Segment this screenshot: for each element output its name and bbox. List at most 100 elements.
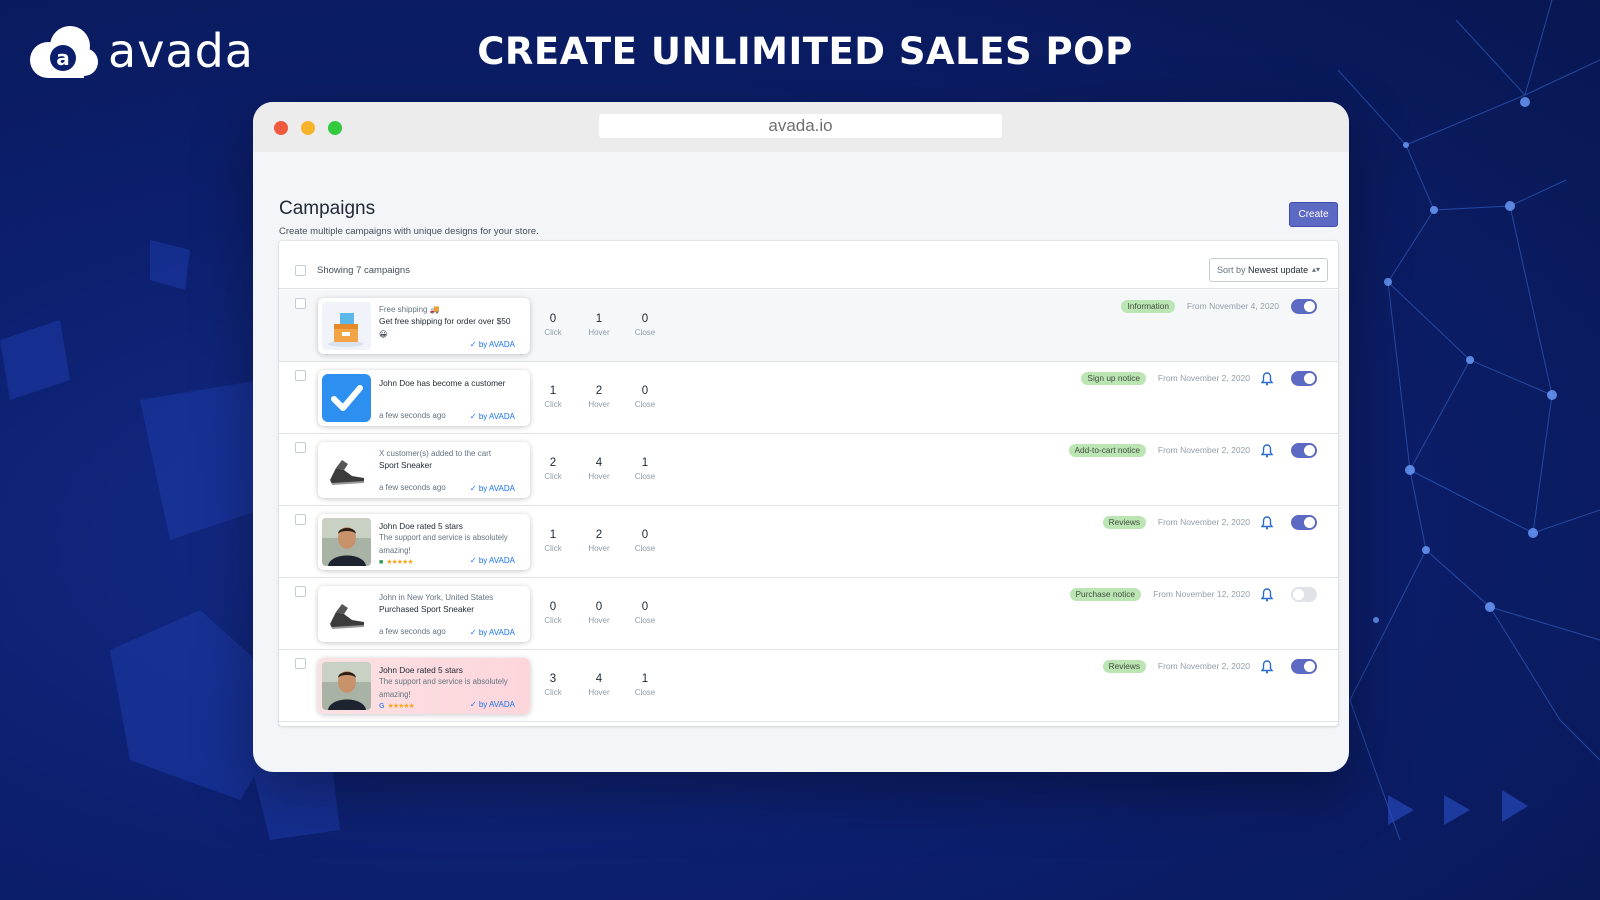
by-avada-label: ✓ by AVADA [469,340,515,349]
row-checkbox[interactable] [295,442,306,453]
preview-line-1: Free shipping 🚚 [379,305,440,314]
click-stat: 2 Click [544,457,562,481]
campaign-date: From November 2, 2020 [1157,661,1250,671]
bell-icon[interactable] [1261,660,1273,674]
by-avada-label: ✓ by AVADA [469,484,515,493]
sort-value: Newest update [1248,265,1309,275]
campaign-preview[interactable]: X customer(s) added to the cart Sport Sn… [318,442,530,498]
campaign-row[interactable]: Free shipping 🚚 Get free shipping for or… [279,290,1338,362]
campaign-row[interactable]: John Doe rated 5 stars The support and s… [279,650,1338,722]
campaign-toggle[interactable] [1291,587,1317,602]
browser-window: avada.io Campaigns Create multiple campa… [253,102,1349,772]
rating-stars-icon: ■ ★★★★★ [379,559,414,566]
preview-line-2: The support and service is absolutely am… [379,677,508,699]
campaign-preview[interactable]: John Doe has become a customer a few sec… [318,370,530,426]
campaign-row[interactable]: John Doe rated 5 stars The support and s… [279,506,1338,578]
campaign-type-badge: Purchase notice [1069,588,1141,601]
click-stat: 1 Click [544,529,562,553]
hover-stat: 2 Hover [588,529,610,553]
close-stat: 0 Close [634,529,656,553]
bell-icon[interactable] [1261,372,1273,386]
by-avada-label: ✓ by AVADA [469,556,515,565]
minimize-window-dot[interactable] [301,121,315,135]
maximize-window-dot[interactable] [328,121,342,135]
close-window-dot[interactable] [274,121,288,135]
campaign-toggle[interactable] [1291,443,1317,458]
campaign-preview[interactable]: John Doe rated 5 stars The support and s… [318,514,530,570]
campaign-date: From November 12, 2020 [1153,589,1250,599]
sneaker-icon [322,590,371,638]
free-shipping-box-icon [322,302,371,350]
click-stat: 0 Click [544,313,562,337]
close-stat: 1 Close [634,673,656,697]
page-title: Campaigns [279,198,376,219]
close-stat: 0 Close [634,313,656,337]
google-icon: G [379,703,385,710]
campaign-date: From November 2, 2020 [1157,517,1250,527]
page-subtitle: Create multiple campaigns with unique de… [279,226,539,237]
preview-line-2: The support and service is absolutely am… [379,533,508,555]
campaigns-page: Campaigns Create multiple campaigns with… [279,192,1338,726]
campaign-toggle[interactable] [1291,371,1317,386]
check-square-icon [322,374,371,422]
browser-titlebar: avada.io [253,102,1349,152]
sort-select[interactable]: Sort by Newest update ▴▾ [1209,258,1328,282]
address-bar[interactable]: avada.io [599,114,1002,138]
campaign-date: From November 2, 2020 [1157,373,1250,383]
close-stat: 0 Close [634,601,656,625]
row-checkbox[interactable] [295,658,306,669]
click-stat: 3 Click [544,673,562,697]
preview-line-2: Get free shipping for order over $50 😀 [379,316,511,339]
campaign-date: From November 2, 2020 [1157,445,1250,455]
preview-line-1: John in New York, United States [379,593,494,602]
preview-line-1: X customer(s) added to the cart [379,449,492,458]
rating-stars-icon: G ★★★★★ [379,703,415,710]
by-avada-label: ✓ by AVADA [469,412,515,421]
row-checkbox[interactable] [295,586,306,597]
preview-time: a few seconds ago [379,483,446,492]
customer-avatar-icon [322,518,371,566]
campaign-preview[interactable]: John in New York, United States Purchase… [318,586,530,642]
campaign-row[interactable]: John Doe has become a customer a few sec… [279,362,1338,434]
hover-stat: 4 Hover [588,457,610,481]
preview-time: a few seconds ago [379,627,446,636]
campaign-row[interactable]: John in New York, United States Purchase… [279,578,1338,650]
list-header: Showing 7 campaigns Sort by Newest updat… [279,241,1338,289]
campaign-row[interactable]: X customer(s) added to the cart Sport Sn… [279,434,1338,506]
row-checkbox[interactable] [295,370,306,381]
preview-time: a few seconds ago [379,411,446,420]
campaign-preview[interactable]: John Doe rated 5 stars The support and s… [318,658,530,714]
hover-stat: 1 Hover [588,313,610,337]
campaign-row-partial [279,722,1338,726]
close-stat: 0 Close [634,385,656,409]
bell-icon[interactable] [1261,588,1273,602]
preview-line-2: Sport Sneaker [379,460,433,470]
campaign-date: From November 4, 2020 [1186,301,1279,311]
campaign-type-badge: Reviews [1102,516,1146,529]
preview-line-2: John Doe has become a customer [379,378,506,388]
bell-icon[interactable] [1261,444,1273,458]
campaign-type-badge: Information [1121,300,1175,313]
click-stat: 0 Click [544,601,562,625]
preview-line-1: John Doe rated 5 stars [379,521,463,531]
by-avada-label: ✓ by AVADA [469,700,515,709]
campaign-preview[interactable]: Free shipping 🚚 Get free shipping for or… [318,298,530,354]
create-button[interactable]: Create [1289,202,1338,227]
preview-line-1: John Doe rated 5 stars [379,665,463,675]
campaign-type-badge: Add-to-cart notice [1068,444,1146,457]
hover-stat: 0 Hover [588,601,610,625]
campaign-count: Showing 7 campaigns [317,265,410,276]
sneaker-icon [322,446,371,494]
campaign-toggle[interactable] [1291,515,1317,530]
row-checkbox[interactable] [295,298,306,309]
campaign-toggle[interactable] [1291,659,1317,674]
campaign-type-badge: Sign up notice [1081,372,1146,385]
select-all-checkbox[interactable] [295,265,306,276]
campaign-toggle[interactable] [1291,299,1317,314]
bell-icon[interactable] [1261,516,1273,530]
headline: CREATE UNLIMITED SALES POP [477,30,1133,73]
by-avada-label: ✓ by AVADA [469,628,515,637]
sort-caret-icon: ▴▾ [1311,265,1320,274]
row-checkbox[interactable] [295,514,306,525]
click-stat: 1 Click [544,385,562,409]
